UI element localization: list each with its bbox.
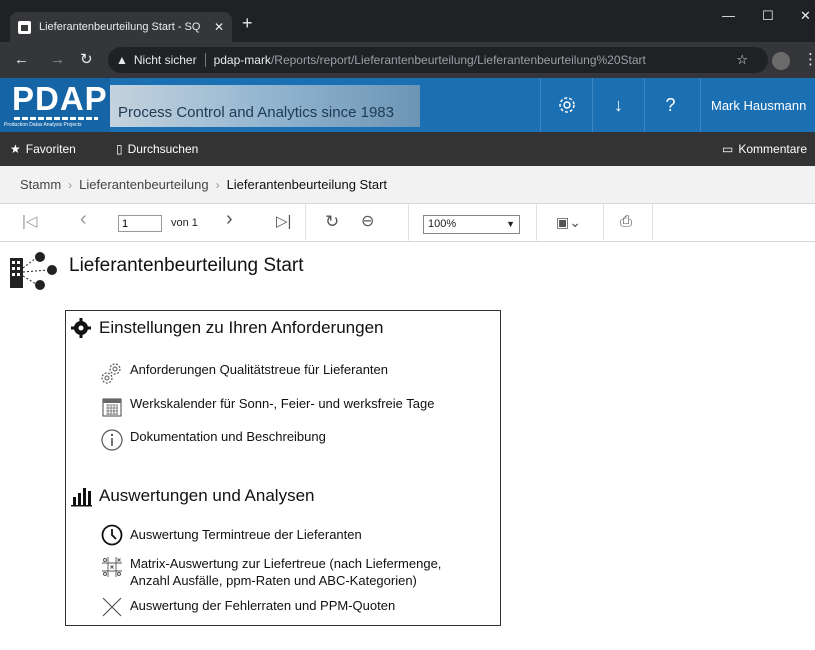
header-banner: Process Control and Analytics since 1983 [110, 85, 420, 127]
logo-text: PDAP [12, 80, 108, 117]
banner-text: Process Control and Analytics since 1983 [118, 104, 394, 121]
matrix-icon [102, 557, 122, 577]
tab-title: Lieferantenbeurteilung Start - SQ [39, 21, 201, 33]
toolbar-divider [536, 204, 537, 242]
report-menu-panel: Einstellungen zu Ihren Anforderungen Anf… [65, 310, 501, 626]
zoom-value: 100% [428, 218, 457, 230]
help-icon[interactable]: ? [644, 78, 696, 132]
calendar-icon [102, 398, 122, 417]
link-quality-requirements[interactable]: Anforderungen Qualitätstreue für Liefera… [100, 361, 388, 385]
link-label: Werkskalender für Sonn-, Feier- und werk… [130, 396, 435, 411]
report-title: Lieferantenbeurteilung Start [69, 255, 304, 276]
settings-section-title: Einstellungen zu Ihren Anforderungen [99, 318, 384, 337]
new-tab-icon[interactable]: + [242, 14, 253, 32]
breadcrumb: Stamm › Lieferantenbeurteilung › Liefera… [0, 166, 815, 204]
bookmark-star-icon[interactable]: ☆ [736, 52, 748, 68]
link-label: Anforderungen Qualitätstreue für Liefera… [130, 362, 389, 377]
report-toolbar: |◁ ‹ von 1 › ▷| ↻ ⊖ 100% ▼ ▣⌄ ⎙ [0, 204, 815, 242]
toolbar-divider [305, 204, 306, 242]
extension-avatar-icon[interactable] [772, 52, 790, 70]
window-close-icon[interactable]: ✕ [800, 8, 811, 24]
link-error-rates[interactable]: Auswertung der Fehlerraten und PPM-Quote… [100, 595, 395, 619]
toolbar-divider [652, 204, 653, 242]
browser-tab[interactable]: Lieferantenbeurteilung Start - SQ ✕ [10, 12, 232, 42]
link-label: Matrix-Auswertung zur Liefertreue (nach … [130, 556, 442, 571]
print-icon[interactable]: ⎙ [620, 212, 632, 232]
browser-addressbar: ← → ↻ ▲ Nicht sicher pdap-mark /Reports/… [0, 42, 815, 78]
url-host: pdap-mark [213, 53, 271, 67]
link-label: Auswertung der Fehlerraten und PPM-Quote… [130, 598, 396, 613]
browser-titlebar: Lieferantenbeurteilung Start - SQ ✕ + — … [0, 0, 815, 42]
link-documentation[interactable]: Dokumentation und Beschreibung [100, 428, 326, 452]
url-input[interactable]: ▲ Nicht sicher pdap-mark /Reports/report… [108, 47, 768, 73]
browse-button[interactable]: ▯ Durchsuchen [116, 142, 198, 156]
back-icon[interactable]: ← [14, 51, 29, 69]
user-menu[interactable]: Mark Hausmann [700, 78, 806, 132]
cross-icon [102, 597, 122, 617]
analysis-section-heading: Auswertungen und Analysen [70, 485, 315, 507]
first-page-icon[interactable]: |◁ [22, 212, 37, 232]
info-icon [101, 429, 123, 451]
security-label: Nicht sicher [133, 53, 197, 67]
browse-label: Durchsuchen [127, 142, 199, 156]
export-save-icon[interactable]: ▣⌄ [556, 212, 581, 232]
browser-menu-icon[interactable]: ⋮ [803, 50, 815, 68]
page-number-input[interactable] [118, 215, 162, 232]
tab-close-icon[interactable]: ✕ [214, 20, 224, 34]
favorites-label: Favoriten [25, 142, 76, 156]
zoom-select[interactable]: 100% ▼ [423, 215, 520, 234]
logo-tagline: Production Datas Analysis Projects [4, 122, 82, 128]
user-name: Mark Hausmann [711, 97, 807, 113]
link-matrix-analysis[interactable]: Matrix-Auswertung zur Liefertreue (nach … [100, 555, 441, 589]
report-favicon-icon [18, 20, 31, 34]
last-page-icon[interactable]: ▷| [276, 212, 291, 232]
browse-icon: ▯ [116, 142, 123, 156]
gears-icon [101, 363, 121, 384]
maximize-icon[interactable]: ☐ [762, 8, 774, 24]
forward-icon[interactable]: → [50, 51, 65, 69]
chevron-down-icon: ▼ [506, 219, 515, 229]
page-count-label: von 1 [171, 217, 198, 229]
breadcrumb-lieferantenbeurteilung[interactable]: Lieferantenbeurteilung [79, 177, 208, 192]
previous-page-icon[interactable]: ‹ [80, 209, 87, 229]
reload-icon[interactable]: ↻ [80, 51, 93, 69]
breadcrumb-stamm[interactable]: Stamm [20, 177, 61, 192]
star-icon: ★ [10, 142, 21, 156]
url-divider [204, 53, 206, 67]
link-factory-calendar[interactable]: Werkskalender für Sonn-, Feier- und werk… [100, 395, 434, 419]
breadcrumb-current: Lieferantenbeurteilung Start [226, 177, 388, 192]
refresh-icon[interactable]: ↻ [325, 212, 339, 232]
link-label-continued: Anzahl Ausfälle, ppm-Raten und ABC-Kateg… [130, 573, 417, 588]
settings-gear-icon[interactable] [540, 78, 592, 132]
link-label: Dokumentation und Beschreibung [130, 429, 326, 444]
minimize-icon[interactable]: — [722, 8, 735, 23]
comments-button[interactable]: ▭ Kommentare [722, 142, 807, 156]
logo-stripe [14, 117, 98, 120]
bar-chart-icon [71, 488, 92, 507]
toolbar-divider [408, 204, 409, 242]
pdap-logo[interactable]: PDAP Production Datas Analysis Projects [0, 78, 110, 132]
link-label: Auswertung Termintreue der Lieferanten [130, 527, 362, 542]
favorites-button[interactable]: ★ Favoriten [10, 142, 76, 156]
analysis-section-title: Auswertungen und Analysen [99, 486, 315, 505]
download-icon[interactable]: ↓ [592, 78, 644, 132]
breadcrumb-chevron-icon: › [215, 177, 220, 192]
next-page-icon[interactable]: › [226, 209, 233, 229]
warning-icon: ▲ [116, 53, 128, 67]
toolbar-divider [603, 204, 604, 242]
settings-gear-icon [71, 318, 91, 338]
clock-icon [101, 524, 123, 546]
link-delivery-punctuality[interactable]: Auswertung Termintreue der Lieferanten [100, 523, 362, 547]
comments-label: Kommentare [738, 142, 808, 156]
breadcrumb-chevron-icon: › [68, 177, 73, 192]
app-header: PDAP Production Datas Analysis Projects … [0, 78, 815, 132]
back-parent-icon[interactable]: ⊖ [361, 212, 374, 232]
url-path: /Reports/report/Lieferantenbeurteilung/L… [270, 53, 646, 67]
settings-section-heading: Einstellungen zu Ihren Anforderungen [70, 317, 383, 339]
comment-icon: ▭ [722, 142, 734, 156]
menu-bar: ★ Favoriten ▯ Durchsuchen ▭ Kommentare [0, 132, 815, 166]
supplier-network-icon [10, 252, 57, 290]
